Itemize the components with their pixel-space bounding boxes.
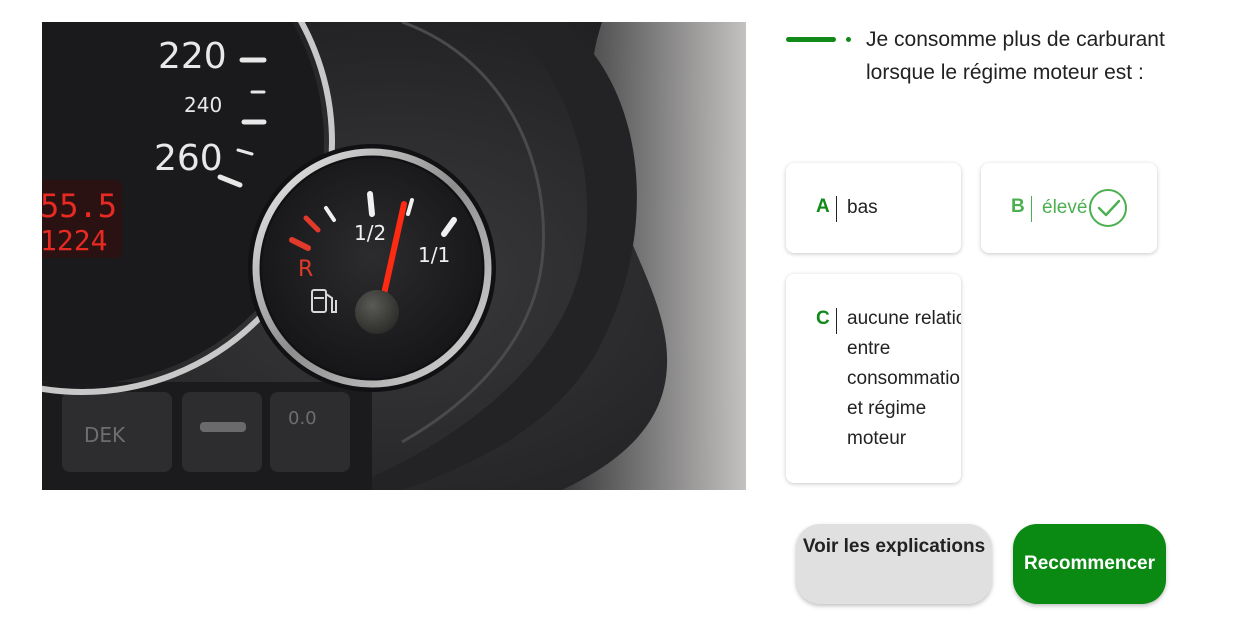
question-text: Je consomme plus de carburant lorsque le… — [866, 28, 1165, 84]
svg-text:240: 240 — [184, 93, 222, 117]
restart-button[interactable]: Recommencer — [1013, 524, 1166, 604]
answer-divider — [836, 196, 837, 222]
svg-text:0.0: 0.0 — [288, 408, 317, 429]
show-explanations-button[interactable]: Voir les explications — [796, 524, 992, 604]
question-photo: DEK 0.0 220 240 260 55.5 1224 R 1/2 1/1 — [42, 22, 746, 490]
answer-text: aucune relation entre consommation et ré… — [847, 308, 961, 449]
check-circle-icon — [1089, 189, 1127, 227]
svg-text:220: 220 — [158, 36, 227, 77]
answer-letter: C — [816, 308, 830, 329]
marker-line — [786, 37, 836, 42]
svg-text:1224: 1224 — [42, 224, 107, 257]
answer-letter: B — [1011, 196, 1025, 217]
answer-divider — [836, 308, 837, 334]
answer-letter: A — [816, 196, 830, 217]
marker-dot — [846, 37, 851, 42]
svg-text:R: R — [298, 257, 313, 282]
svg-text:55.5: 55.5 — [42, 187, 117, 225]
question-marker — [786, 35, 856, 45]
svg-text:260: 260 — [154, 138, 223, 179]
answer-option-c[interactable]: C aucune relation entre consommation et … — [786, 274, 961, 483]
dashboard-fuel-gauge-image: DEK 0.0 220 240 260 55.5 1224 R 1/2 1/1 — [42, 22, 746, 490]
svg-text:DEK: DEK — [84, 423, 126, 447]
answer-option-b[interactable]: B élevé — [981, 163, 1157, 253]
answer-divider — [1031, 196, 1032, 222]
answer-text: élevé — [1042, 197, 1088, 218]
answer-text: bas — [847, 197, 878, 218]
svg-text:1/2: 1/2 — [354, 221, 386, 245]
answer-option-a[interactable]: A bas — [786, 163, 961, 253]
svg-text:1/1: 1/1 — [418, 243, 450, 267]
